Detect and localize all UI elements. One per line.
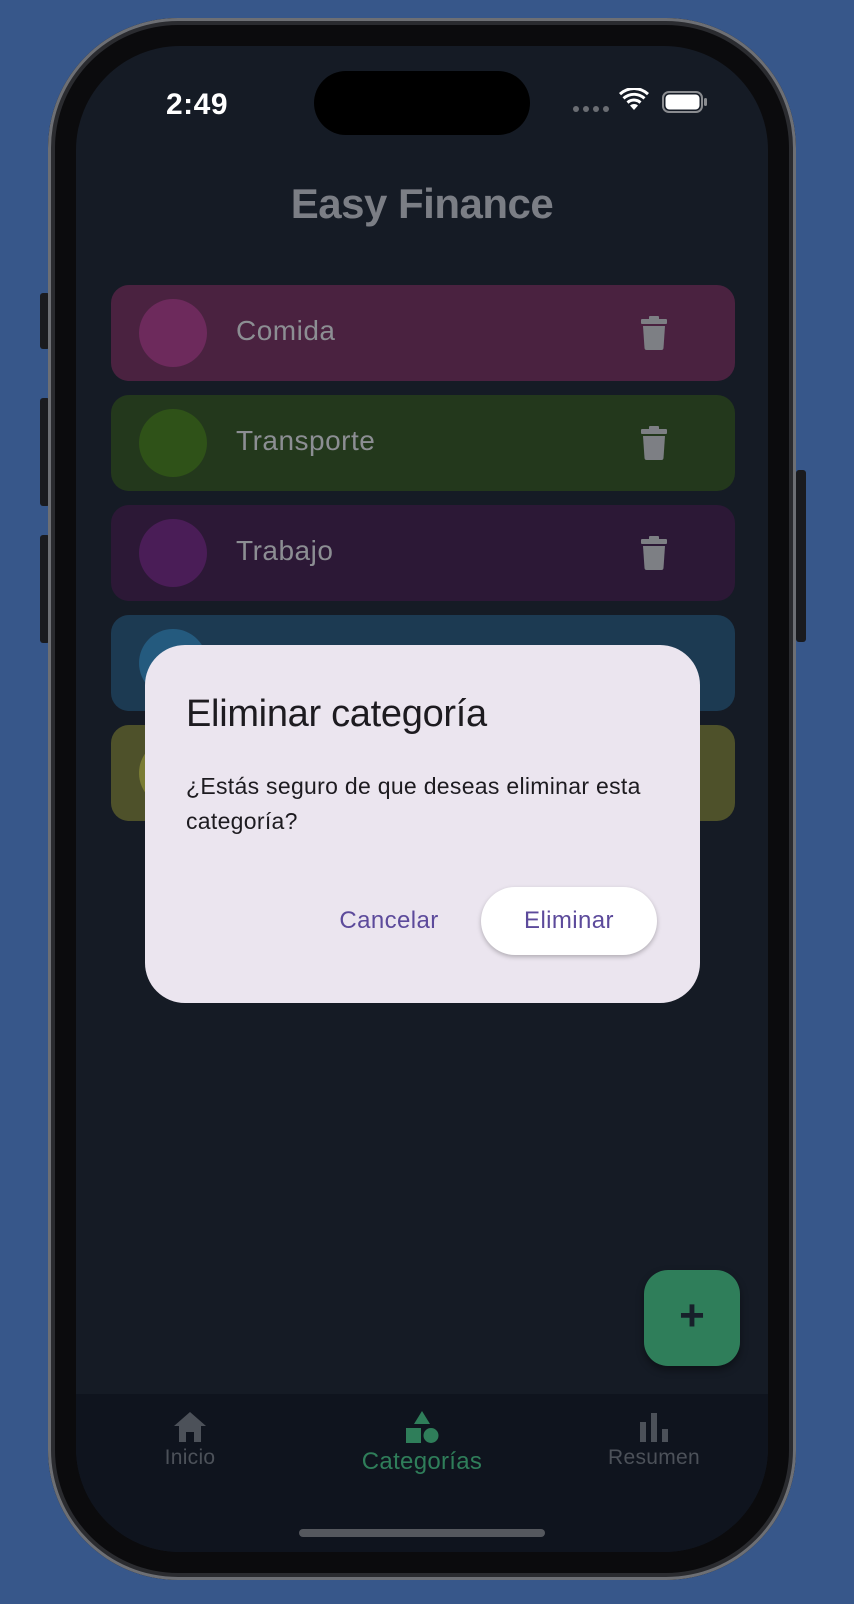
delete-button[interactable]: Eliminar xyxy=(481,887,657,955)
dialog-title: Eliminar categoría xyxy=(186,693,487,735)
delete-category-dialog: Eliminar categoría ¿Estás seguro de que … xyxy=(145,645,700,1003)
power-button xyxy=(796,470,806,642)
screen: 2:49 Easy Finance Comida Transporte Trab… xyxy=(76,46,768,1552)
dialog-message: ¿Estás seguro de que deseas eliminar est… xyxy=(186,773,641,834)
cancel-button[interactable]: Cancelar xyxy=(327,887,451,955)
